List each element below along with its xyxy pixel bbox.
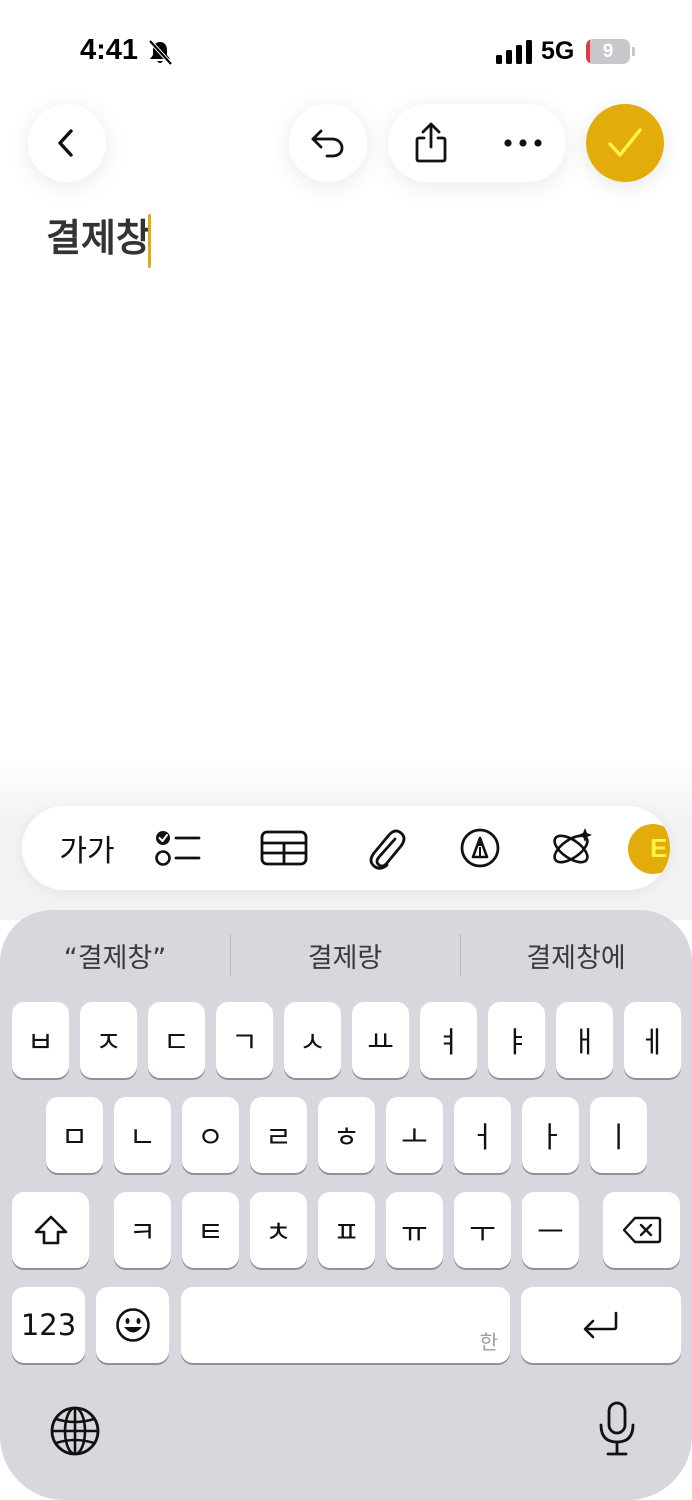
writing-tools-button[interactable] [542, 822, 602, 874]
key[interactable]: ㅐ [556, 1002, 613, 1078]
delete-key[interactable] [603, 1192, 680, 1268]
suggestion-3[interactable]: 결제창에 [460, 936, 692, 974]
checklist-icon [155, 831, 201, 866]
key[interactable]: ㅔ [624, 1002, 681, 1078]
table-icon [260, 830, 308, 866]
done-button[interactable] [586, 104, 664, 182]
key[interactable]: ㄴ [114, 1097, 171, 1173]
format-toolbar: 가가 E [22, 806, 670, 890]
shift-icon [34, 1215, 67, 1245]
key[interactable]: ㅂ [12, 1002, 69, 1078]
key[interactable]: ㅜ [454, 1192, 511, 1268]
battery-nub [632, 47, 635, 56]
key[interactable]: ㅣ [590, 1097, 647, 1173]
shift-key[interactable] [12, 1192, 89, 1268]
share-icon [415, 122, 447, 163]
ai-sparkle-icon [553, 828, 592, 864]
undo-button[interactable] [289, 104, 367, 182]
extra-format-glyph: E [650, 833, 668, 863]
share-button[interactable] [404, 116, 458, 170]
microphone-icon[interactable] [596, 1400, 638, 1458]
more-button[interactable] [496, 116, 550, 170]
backspace-icon [622, 1216, 661, 1244]
space-key-language-hint: 한 [479, 1330, 498, 1354]
back-button[interactable] [28, 104, 106, 182]
key[interactable]: ㅠ [386, 1192, 443, 1268]
emoji-key[interactable] [96, 1287, 169, 1363]
key[interactable]: ㅊ [250, 1192, 307, 1268]
suggestion-2[interactable]: 결제랑 [230, 936, 460, 974]
ellipsis-icon [504, 139, 542, 147]
emoji-icon [115, 1308, 150, 1342]
return-icon [583, 1311, 618, 1339]
key[interactable]: ㅕ [420, 1002, 477, 1078]
key[interactable]: ㅇ [182, 1097, 239, 1173]
key[interactable]: ㅡ [522, 1192, 579, 1268]
key[interactable]: ㅍ [318, 1192, 375, 1268]
key[interactable]: ㅋ [114, 1192, 171, 1268]
key[interactable]: ㄱ [216, 1002, 273, 1078]
key[interactable]: ㅎ [318, 1097, 375, 1173]
globe-icon[interactable] [48, 1404, 102, 1458]
chevron-left-icon [58, 129, 73, 157]
key[interactable]: ㅅ [284, 1002, 341, 1078]
text-style-button[interactable]: 가가 [42, 822, 132, 874]
attachment-button[interactable] [356, 822, 416, 874]
paperclip-icon [369, 829, 406, 870]
battery-percent: 9 [602, 41, 614, 62]
key[interactable]: ㅈ [80, 1002, 137, 1078]
markup-pen-icon [460, 828, 500, 868]
suggestion-bar: “결제창” 결제랑 결제창에 [0, 910, 692, 998]
key[interactable]: ㅌ [182, 1192, 239, 1268]
cellular-signal-icon [496, 40, 532, 64]
bell-slash-icon [148, 39, 173, 66]
numbers-key[interactable]: 123 [12, 1287, 85, 1363]
key[interactable]: ㅗ [386, 1097, 443, 1173]
suggestion-1[interactable]: “결제창” [0, 936, 230, 974]
battery-icon: 9 [586, 39, 630, 64]
checkmark-icon [608, 128, 642, 157]
share-more-group [388, 104, 566, 182]
status-time: 4:41 [80, 34, 139, 66]
key[interactable]: ㄷ [148, 1002, 205, 1078]
key[interactable]: ㅁ [46, 1097, 103, 1173]
status-bar: 4:41 5G 9 [0, 0, 692, 100]
key[interactable]: ㅏ [522, 1097, 579, 1173]
space-key[interactable]: 한 [181, 1287, 510, 1363]
keyboard: “결제창” 결제랑 결제창에 ㅂ ㅈ ㄷ ㄱ ㅅ ㅛ ㅕ ㅑ ㅐ ㅔ ㅁ ㄴ ㅇ… [0, 910, 692, 1500]
extra-format-button[interactable]: E [628, 824, 670, 874]
table-button[interactable] [254, 822, 314, 874]
key[interactable]: ㄹ [250, 1097, 307, 1173]
text-cursor [148, 214, 151, 268]
key[interactable]: ㅓ [454, 1097, 511, 1173]
return-key[interactable] [521, 1287, 681, 1363]
network-type: 5G [541, 37, 575, 65]
checklist-button[interactable] [148, 822, 208, 874]
undo-icon [311, 129, 344, 158]
key[interactable]: ㅛ [352, 1002, 409, 1078]
markup-button[interactable] [450, 822, 510, 874]
key[interactable]: ㅑ [488, 1002, 545, 1078]
note-title[interactable]: 결제창 [46, 212, 151, 264]
